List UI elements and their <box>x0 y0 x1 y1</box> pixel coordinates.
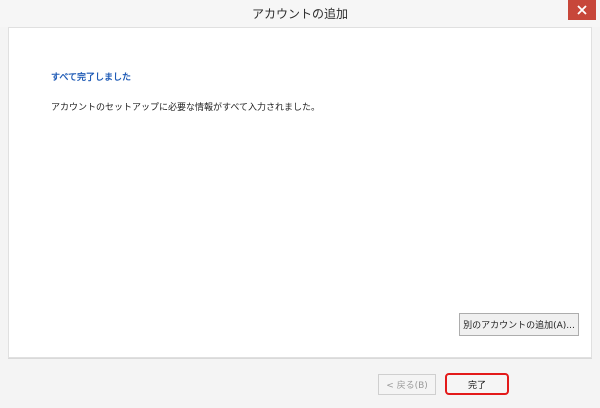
content-panel: すべて完了しました アカウントのセットアップに必要な情報がすべて入力されました。… <box>8 27 592 358</box>
completion-message: アカウントのセットアップに必要な情報がすべて入力されました。 <box>51 103 321 113</box>
window-title: アカウントの追加 <box>251 7 348 21</box>
finish-button[interactable]: 完了 <box>445 373 509 395</box>
completion-heading: すべて完了しました <box>51 73 132 83</box>
add-account-dialog: アカウントの追加 すべて完了しました アカウントのセットアップに必要な情報がすべ… <box>0 0 600 408</box>
finish-button-label: 完了 <box>467 380 486 391</box>
title-bar: アカウントの追加 <box>0 0 600 27</box>
back-button[interactable]: < 戻る(B) <box>378 374 436 395</box>
close-button[interactable] <box>568 0 596 20</box>
close-icon <box>577 5 587 15</box>
add-another-account-button[interactable]: 別のアカウントの追加(A)... <box>459 313 579 336</box>
footer-separator <box>8 358 592 359</box>
